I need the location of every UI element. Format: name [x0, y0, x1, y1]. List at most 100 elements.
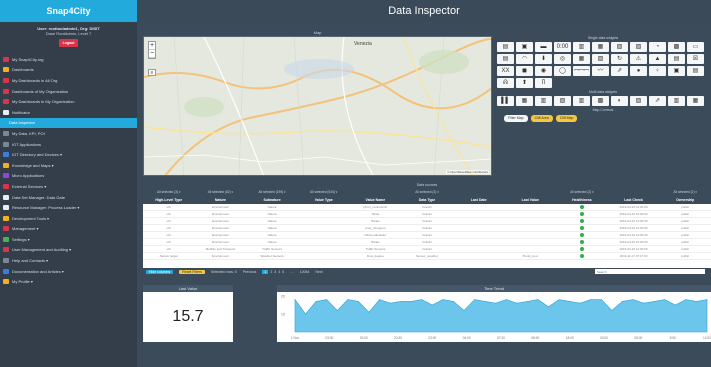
table-row[interactable]: urb Environment Nature Nitrato Gravini 2019-0…	[143, 239, 711, 246]
trend-point[interactable]	[516, 302, 518, 304]
table-row[interactable]: urb Environment Nature Nitrite Gravini 2019-0…	[143, 211, 711, 218]
column-header[interactable]: Last Check	[608, 196, 660, 204]
widget-type-button[interactable]: ▨	[630, 96, 647, 106]
trend-point[interactable]	[632, 299, 634, 300]
trend-point[interactable]	[347, 299, 349, 300]
trend-point[interactable]	[410, 301, 412, 302]
widget-type-button[interactable]: 〰	[592, 66, 609, 76]
widget-type-button[interactable]: ▦	[592, 42, 609, 52]
sidebar-item[interactable]: External Services ▾	[0, 181, 137, 192]
map-tiles[interactable]	[144, 37, 492, 176]
previous-page-button[interactable]: Previous	[243, 270, 257, 274]
widget-type-button[interactable]: ◉	[535, 66, 552, 76]
trend-point[interactable]	[453, 301, 454, 302]
widget-type-button[interactable]: ▥	[573, 42, 590, 52]
column-header[interactable]: Nature	[195, 196, 247, 204]
trend-point[interactable]	[622, 301, 623, 302]
trend-point[interactable]	[527, 301, 528, 302]
reset-filters-button[interactable]: Reset Filters	[179, 269, 205, 274]
brand-logo[interactable]: Snap4City	[0, 0, 137, 22]
widget-type-button[interactable]: ▦	[573, 54, 590, 64]
sidebar-item[interactable]: IOT Directory and Devices ▾	[0, 149, 137, 160]
widget-type-button[interactable]: ▦	[687, 96, 704, 106]
page-button[interactable]: 2	[270, 270, 272, 274]
trend-point[interactable]	[664, 299, 666, 300]
sidebar-item[interactable]: Resource Manager: Process Loader ▾	[0, 202, 137, 213]
sidebar-item[interactable]: Dashboards	[0, 65, 137, 76]
column-header[interactable]: Value Type	[298, 196, 350, 204]
trend-point[interactable]	[463, 310, 465, 311]
widget-type-button[interactable]: ◔	[649, 42, 666, 52]
column-header[interactable]: Healthiness	[556, 196, 608, 204]
widget-type-button[interactable]: ▭	[687, 42, 704, 52]
sidebar-item[interactable]: Data Inspector	[0, 117, 137, 129]
page-button[interactable]: 4	[278, 270, 280, 274]
trend-point[interactable]	[706, 299, 708, 300]
table-row[interactable]: urb Environment Nature Nitrito-calcolatur Gr…	[143, 232, 711, 239]
widget-type-button[interactable]: ⬇	[535, 54, 552, 64]
trend-point[interactable]	[579, 302, 581, 304]
widget-type-button[interactable]: ▣	[516, 42, 533, 52]
widget-type-button[interactable]: ▥	[573, 96, 590, 106]
widget-type-button[interactable]: ⇗	[649, 96, 666, 106]
sidebar-item[interactable]: Dashboards of My Organization	[0, 86, 137, 97]
widget-type-button[interactable]: Ⴖ	[535, 78, 552, 88]
layers-icon[interactable]: ≡	[148, 69, 156, 76]
widget-type-button[interactable]: ▲	[649, 54, 666, 64]
trend-point[interactable]	[421, 299, 423, 300]
widget-type-button[interactable]: ⬆	[516, 78, 533, 88]
trend-point[interactable]	[431, 304, 433, 306]
widget-type-button[interactable]: ◐	[611, 96, 628, 106]
widget-type-button[interactable]: ▣	[668, 66, 685, 76]
next-page-button[interactable]: Next	[315, 270, 322, 274]
trend-point[interactable]	[505, 299, 507, 300]
page-button[interactable]: 1	[262, 269, 269, 274]
sidebar-item[interactable]: Management ▾	[0, 224, 137, 235]
sidebar-item[interactable]: My Data, KPI, POI	[0, 128, 137, 139]
trend-point[interactable]	[484, 301, 486, 302]
widget-type-button[interactable]: ⇗	[611, 66, 628, 76]
sidebar-item[interactable]: Development Tools ▾	[0, 213, 137, 224]
trend-point[interactable]	[400, 301, 401, 302]
map-control-button[interactable]: Cliff Map	[555, 115, 578, 122]
widget-type-button[interactable]: ♀	[649, 66, 666, 76]
trend-point[interactable]	[326, 299, 328, 300]
widget-type-button[interactable]: ◠	[516, 54, 533, 64]
table-row[interactable]: urb Environment Nature Nitrato Gravini 2019-0…	[143, 218, 711, 225]
page-button[interactable]: 3	[274, 270, 276, 274]
column-header[interactable]: Last Date	[453, 196, 505, 204]
map-control-button[interactable]: Filter Map	[504, 115, 528, 122]
trend-point[interactable]	[389, 302, 391, 304]
widget-type-button[interactable]: ▥	[535, 96, 552, 106]
trend-point[interactable]	[495, 302, 497, 304]
trend-point[interactable]	[643, 302, 644, 304]
column-header[interactable]: Data Type	[401, 196, 453, 204]
trend-point[interactable]	[601, 299, 602, 300]
column-header[interactable]: Value Name	[350, 196, 402, 204]
table-row[interactable]: urb Environment Nature ph.mt_controlsmrt Gra…	[143, 204, 711, 211]
sidebar-item[interactable]: Knowledge and Maps ▾	[0, 160, 137, 171]
sidebar-item[interactable]: Micro Applications	[0, 171, 137, 182]
widget-type-button[interactable]: 0:00	[554, 42, 571, 52]
column-filter-dropdown[interactable]: All selected (2) ▾	[659, 189, 711, 196]
column-filter-dropdown[interactable]: All selected (3) ▾	[143, 189, 195, 196]
sidebar-item[interactable]: Documentation and Articles ▾	[0, 266, 137, 277]
column-filter-dropdown[interactable]: All selected (2) ▾	[556, 189, 608, 196]
trend-area-series[interactable]	[294, 298, 708, 333]
widget-type-button[interactable]: XX	[497, 66, 514, 76]
table-row[interactable]: Sensor target Environment Weather Sensors D…	[143, 253, 711, 260]
time-trend-chart[interactable]: 20 10 1 Nov 03:30 20:00 20:30 23:00 04:00 07:30 0…	[277, 292, 711, 342]
widget-type-button[interactable]: ⚠	[630, 54, 647, 64]
widget-type-button[interactable]: ▧	[611, 42, 628, 52]
map-control-button[interactable]: Cliff Area	[530, 115, 553, 122]
sidebar-item[interactable]: User Management and Auditing ▾	[0, 245, 137, 256]
widget-type-button[interactable]: ▤	[497, 42, 514, 52]
column-filter-dropdown[interactable]: All selected (2) ▾	[401, 189, 453, 196]
map-attribution[interactable]: © OpenStreetMap contributors	[446, 170, 489, 174]
widget-type-button[interactable]: ◼	[516, 66, 533, 76]
sidebar-item[interactable]: My Dashboards in All Org	[0, 75, 137, 86]
sidebar-item[interactable]: My Dashboards in My Organization	[0, 96, 137, 107]
widget-type-button[interactable]: ▧	[554, 96, 571, 106]
widget-type-button[interactable]: ▬	[535, 42, 552, 52]
sidebar-item[interactable]: IOT Applications	[0, 139, 137, 150]
